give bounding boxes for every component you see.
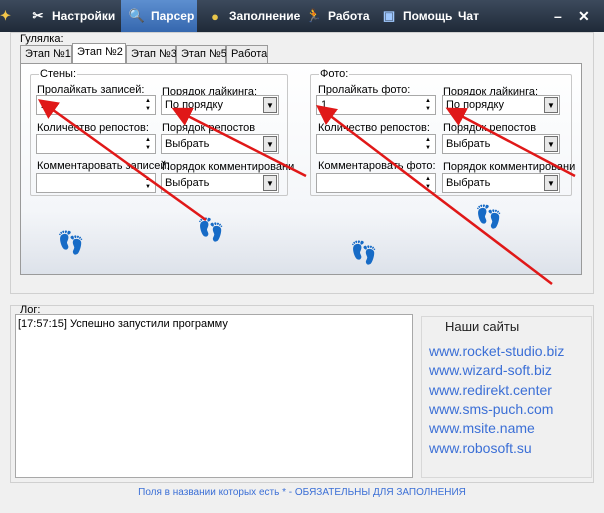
arrow-to-like-order bbox=[171, 107, 307, 178]
site-link[interactable]: www.robosoft.su bbox=[429, 440, 532, 456]
arrow-to-photo-like-order bbox=[445, 107, 576, 178]
log-textarea[interactable]: [17:57:15] Успешно запустили программу bbox=[15, 314, 413, 478]
sites-title: Наши сайты bbox=[445, 319, 520, 334]
sites-panel: Наши сайты www.rocket-studio.biz www.wiz… bbox=[421, 316, 592, 478]
site-link[interactable]: www.wizard-soft.biz bbox=[429, 362, 552, 378]
arrow-to-like-records bbox=[37, 99, 207, 222]
log-entry: [17:57:15] Успешно запустили программу bbox=[18, 318, 228, 330]
arrow-to-like-photo bbox=[316, 104, 553, 285]
site-link[interactable]: www.sms-puch.com bbox=[429, 401, 553, 417]
site-link[interactable]: www.redirekt.center bbox=[429, 382, 552, 398]
site-link[interactable]: www.rocket-studio.biz bbox=[429, 343, 564, 359]
required-fields-note: Поля в названии которых есть * - ОБЯЗАТЕ… bbox=[138, 487, 466, 498]
site-link[interactable]: www.msite.name bbox=[429, 420, 535, 436]
